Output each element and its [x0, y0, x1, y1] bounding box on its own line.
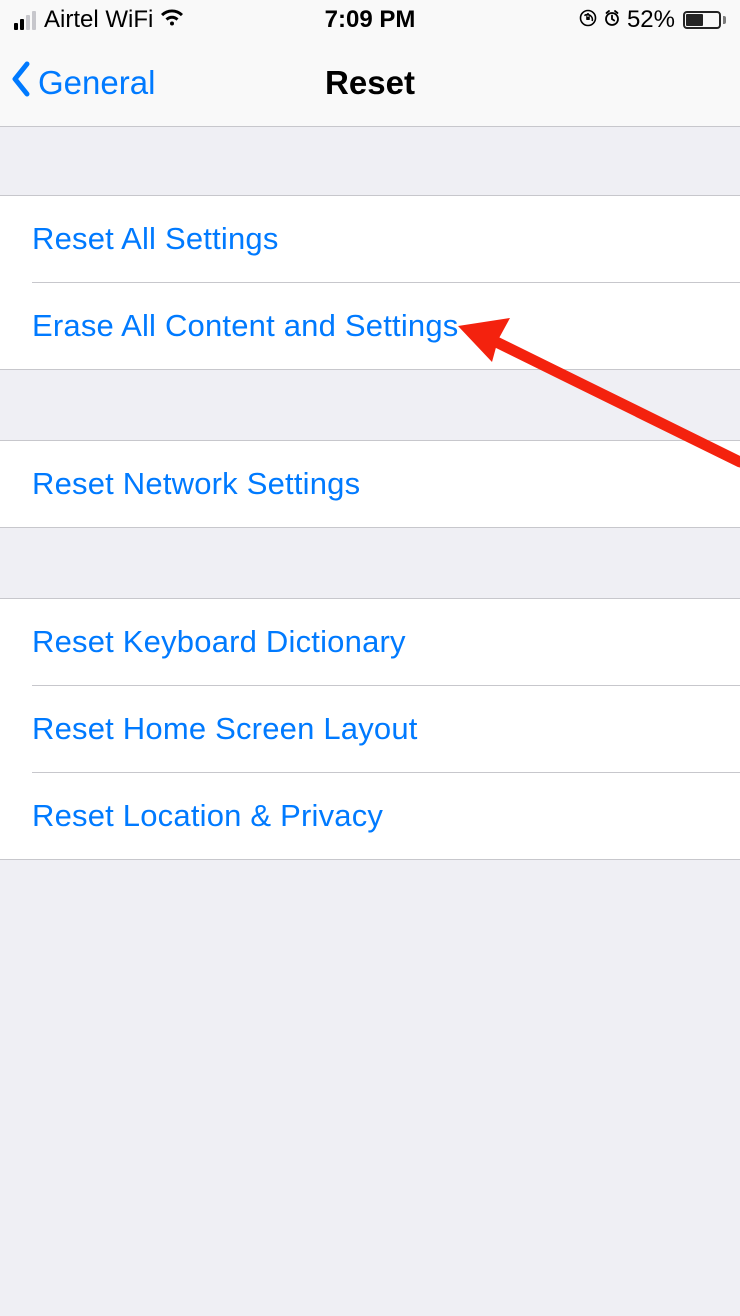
erase-all-content-row[interactable]: Erase All Content and Settings [0, 283, 740, 369]
section-2: Reset Network Settings [0, 440, 740, 528]
orientation-lock-icon [579, 6, 597, 34]
battery-fill [686, 14, 703, 26]
section-gap [0, 370, 740, 440]
back-button[interactable]: General [0, 61, 155, 105]
nav-bar: General Reset [0, 40, 740, 127]
reset-all-settings-row[interactable]: Reset All Settings [0, 196, 740, 282]
erase-all-content-label: Erase All Content and Settings [32, 308, 458, 344]
chevron-left-icon [10, 61, 32, 105]
status-left: Airtel WiFi [14, 6, 185, 34]
status-time: 7:09 PM [325, 6, 416, 34]
reset-network-label: Reset Network Settings [32, 466, 360, 502]
signal-icon [14, 11, 36, 30]
reset-home-row[interactable]: Reset Home Screen Layout [0, 686, 740, 772]
wifi-icon [159, 6, 185, 34]
reset-network-row[interactable]: Reset Network Settings [0, 441, 740, 527]
status-bar: Airtel WiFi 7:09 PM 52% [0, 0, 740, 40]
back-label: General [38, 64, 155, 102]
section-gap [0, 127, 740, 195]
section-3: Reset Keyboard Dictionary Reset Home Scr… [0, 598, 740, 860]
reset-keyboard-row[interactable]: Reset Keyboard Dictionary [0, 599, 740, 685]
page-title: Reset [325, 64, 415, 102]
battery-icon [683, 11, 726, 29]
status-right: 52% [579, 6, 726, 34]
reset-location-row[interactable]: Reset Location & Privacy [0, 773, 740, 859]
reset-keyboard-label: Reset Keyboard Dictionary [32, 624, 406, 660]
alarm-icon [603, 6, 621, 34]
section-1: Reset All Settings Erase All Content and… [0, 195, 740, 370]
carrier-label: Airtel WiFi [44, 6, 153, 34]
reset-all-settings-label: Reset All Settings [32, 221, 279, 257]
section-gap [0, 528, 740, 598]
reset-home-label: Reset Home Screen Layout [32, 711, 418, 747]
battery-percent: 52% [627, 6, 675, 34]
reset-location-label: Reset Location & Privacy [32, 798, 383, 834]
